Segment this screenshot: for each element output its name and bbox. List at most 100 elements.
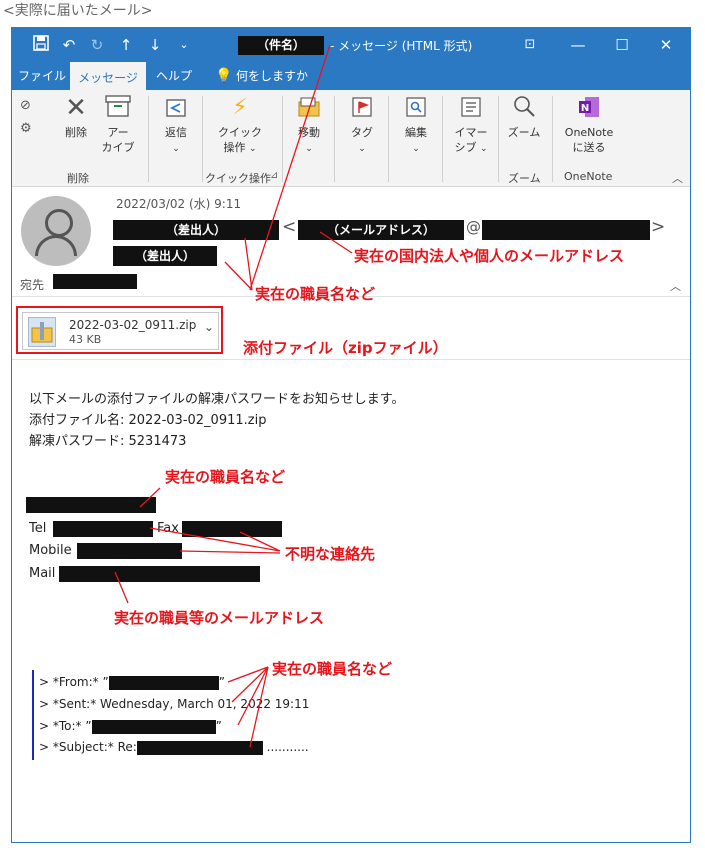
quick-steps-button[interactable]: ⚡ クイック 操作 ⌄ (212, 94, 268, 157)
ribbon: ⊘ ⚙ ✕ 削除 アー カイブ 削除 返信 ⌄ ⚡ クイック 操作 ⌄ クイック… (12, 90, 690, 187)
body-line-3: 解凍パスワード: 5231473 (29, 434, 187, 449)
send-to-onenote-button[interactable]: N OneNote に送る (558, 94, 620, 155)
ribbon-separator (148, 96, 149, 182)
email-redaction[interactable]: （メールアドレス） (298, 220, 464, 240)
body-line-1: 以下メールの添付ファイルの解凍パスワードをお知らせします。 (29, 392, 405, 407)
attachment-size: 43 KB (69, 333, 102, 346)
immersive-reader-icon (449, 94, 493, 122)
collapse-ribbon-icon[interactable]: ︿ (672, 170, 683, 186)
close-bracket: > (651, 217, 666, 237)
fax-label: Fax (157, 521, 179, 536)
outlook-message-window: ↶ ↻ ↑ ↓ ⌄ （件名） - メッセージ (HTML 形式) ⊡ — ☐ ✕… (11, 27, 691, 843)
ribbon-separator (334, 96, 335, 182)
annotation-unknown-contact: 不明な連絡先 (285, 545, 376, 563)
tags-button[interactable]: タグ ⌄ (342, 94, 382, 157)
person-head-icon (45, 209, 73, 237)
sender-avatar (21, 196, 91, 266)
zoom-magnifier-icon (504, 94, 544, 122)
ignore-junk-buttons[interactable]: ⊘ ⚙ (20, 98, 46, 158)
ribbon-separator (202, 96, 203, 182)
fax-redaction (182, 521, 282, 537)
close-icon[interactable]: ✕ (654, 34, 678, 56)
subject-redaction: （件名） (238, 36, 324, 55)
move-folder-icon (289, 94, 329, 122)
delete-button[interactable]: ✕ 削除 (58, 94, 94, 140)
chevron-down-icon: ⌄ (479, 144, 488, 154)
tell-me-search[interactable]: 何をしますか (236, 62, 336, 90)
ignore-icon[interactable]: ⊘ (20, 98, 46, 113)
edit-button[interactable]: 編集 ⌄ (396, 94, 436, 157)
body-line-2: 添付ファイル名: 2022-03-02_0911.zip (29, 413, 267, 428)
quote-bar (32, 670, 34, 760)
subject-redaction-quoted (136, 740, 263, 755)
zoom-button[interactable]: ズーム (504, 94, 544, 140)
window-title: - メッセージ (HTML 形式) (330, 39, 473, 53)
annotation-email-real: 実在の国内法人や個人のメールアドレス (354, 247, 625, 265)
save-icon[interactable] (31, 35, 51, 55)
mail-redaction[interactable] (59, 566, 260, 582)
archive-button[interactable]: アー カイブ (100, 94, 136, 155)
chevron-down-icon: ⌄ (248, 144, 257, 154)
attachment-divider (12, 359, 690, 360)
chevron-down-icon: ⌄ (412, 144, 420, 154)
from-redaction (108, 675, 219, 690)
domain-redaction (482, 220, 650, 240)
group-delete-label: 削除 (67, 172, 89, 185)
reply-button[interactable]: 返信 ⌄ (156, 94, 196, 157)
quote-from: > *From:* ”” (39, 675, 225, 690)
signature-name-redaction (26, 497, 156, 513)
chevron-down-icon: ⌄ (358, 144, 366, 154)
collapse-header-icon[interactable]: ︿ (670, 278, 681, 294)
lightning-icon: ⚡ (232, 95, 248, 120)
minimize-icon[interactable]: — (566, 34, 590, 56)
at-sign: @ (466, 218, 481, 236)
maximize-icon[interactable]: ☐ (610, 34, 634, 56)
chevron-down-icon: ⌄ (305, 144, 313, 154)
tab-message[interactable]: メッセージ (70, 62, 146, 92)
open-bracket: < (282, 217, 297, 237)
attachment-chip[interactable]: 2022-03-02_0911.zip 43 KB ⌄ (22, 312, 219, 350)
sender-redaction[interactable]: （差出人） (113, 220, 279, 240)
dialog-launcher-icon[interactable]: ⊿ (270, 170, 278, 181)
redo-icon[interactable]: ↻ (87, 35, 107, 55)
down-icon[interactable]: ↓ (145, 35, 165, 55)
ribbon-separator (388, 96, 389, 182)
quote-sent: > *Sent:* Wednesday, March 01, 2022 19:1… (39, 697, 310, 711)
chevron-down-icon: ⌄ (172, 144, 180, 154)
ribbon-separator (282, 96, 283, 182)
annotation-staff-name-1: 実在の職員名など (255, 285, 376, 303)
reply-icon (156, 94, 196, 122)
to-label: 宛先 (20, 278, 45, 292)
lightbulb-icon: 💡 (215, 68, 233, 84)
ribbon-separator (442, 96, 443, 182)
svg-text:N: N (581, 103, 589, 114)
quote-to: > *To:* ”” (39, 719, 222, 734)
menu-bar: ファイル メッセージ ヘルプ 💡 何をしますか (12, 62, 690, 92)
undo-icon[interactable]: ↶ (59, 35, 79, 55)
customize-icon[interactable]: ⌄ (174, 35, 194, 55)
chevron-down-icon[interactable]: ⌄ (204, 320, 214, 334)
zip-file-icon (28, 317, 56, 347)
mobile-redaction (77, 543, 182, 559)
annotation-staff-name-2: 実在の職員名など (165, 468, 286, 486)
up-icon[interactable]: ↑ (116, 35, 136, 55)
flag-icon (342, 94, 382, 122)
recipient-redaction[interactable] (53, 274, 137, 289)
attachment-name: 2022-03-02_0911.zip (69, 318, 197, 332)
tab-help[interactable]: ヘルプ (150, 62, 198, 90)
delete-x-icon: ✕ (65, 93, 87, 123)
edit-search-icon (396, 94, 436, 122)
move-button[interactable]: 移動 ⌄ (289, 94, 329, 157)
onenote-icon: N (558, 94, 620, 122)
annotation-staff-email: 実在の職員等のメールアドレス (114, 609, 325, 627)
tab-file[interactable]: ファイル (16, 62, 68, 90)
junk-icon[interactable]: ⚙ (20, 121, 46, 136)
group-onenote-label: OneNote (564, 170, 613, 183)
group-quick-label: クイック操作 (205, 172, 271, 185)
message-date: 2022/03/02 (水) 9:11 (116, 197, 242, 211)
sender-name-redaction: （差出人） (113, 246, 217, 266)
ribbon-display-icon[interactable]: ⊡ (518, 34, 542, 56)
archive-icon (100, 94, 136, 122)
immersive-reader-button[interactable]: イマー シブ ⌄ (449, 94, 493, 157)
to-redaction (91, 719, 216, 734)
